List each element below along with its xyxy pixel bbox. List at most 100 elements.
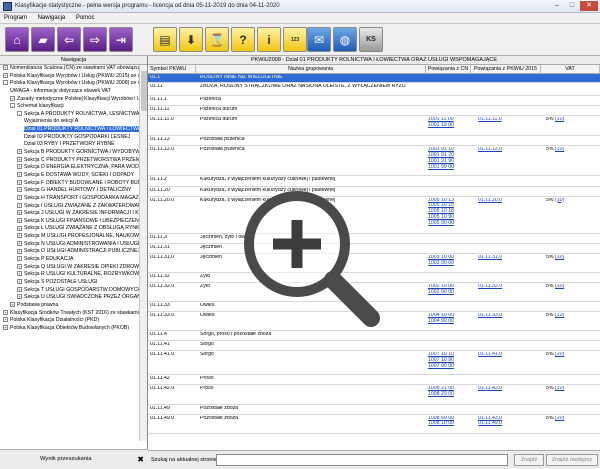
info-button[interactable]: i — [257, 27, 281, 52]
menu-nawigacja[interactable]: Nawigacja — [34, 13, 71, 21]
column-symbol[interactable]: Symbol PKWiU — [148, 65, 196, 73]
expand-icon[interactable]: + — [3, 324, 8, 330]
tree-item[interactable]: + Sekcja L USŁUGI ZWIĄZANE Z OBSŁUGĄ RYNK… — [0, 225, 140, 233]
pkwiu2015-link-cell[interactable]: 01.11.33.0 — [478, 313, 544, 319]
table-row[interactable]: 01.11.42 Proso — [148, 375, 600, 386]
pkwiu2015-link-cell[interactable]: 01.11.43.0 01.11.49.0 — [478, 416, 544, 428]
pkwiu2015-link-cell[interactable]: 01.11.32.0 — [478, 284, 544, 290]
back-button[interactable]: ⇦ — [57, 27, 81, 52]
tree-item[interactable]: +Sekcja H TRANSPORT I GOSPODARKA MAGAZYN… — [0, 195, 140, 203]
column-pkwiu2015[interactable]: Powiązania z PKWiU 2015 — [471, 65, 541, 73]
cn-link[interactable]: 1004 90 00 — [428, 318, 471, 325]
vat-note-link[interactable]: (10) — [555, 117, 564, 122]
menu-pomoc[interactable]: Pomoc — [72, 13, 100, 21]
vat-note-link[interactable]: (10) — [555, 352, 564, 357]
cn-link[interactable]: 1005 90 00 — [428, 220, 471, 227]
expand-icon[interactable]: + — [17, 179, 22, 185]
expand-icon[interactable]: + — [10, 95, 15, 101]
cn-links-cell[interactable]: 1007 10 10 1007 10 90 1007 90 00 — [428, 352, 471, 369]
expand-icon[interactable]: + — [3, 65, 8, 71]
tree-item[interactable]: - Sekcja A PRODUKTY ROLNICTWA, LEŚNICTWA … — [0, 111, 140, 119]
expand-icon[interactable]: + — [17, 279, 22, 285]
cn-link[interactable]: 1001 99 00 — [428, 164, 471, 171]
cn-links-cell[interactable]: 1008 21 00 1008 29 00 — [428, 386, 471, 398]
tree-item[interactable]: + Klasyfikacja Środków Trwałych (KŚT 2016… — [0, 310, 140, 318]
table-row[interactable]: 01.11.11 Pszenica durum — [148, 106, 600, 117]
tree-item[interactable]: +Sekcja C PRODUKTY PRZETWÓRSTWA PRZEMYSŁ… — [0, 157, 140, 165]
download-button[interactable]: ⬇ — [179, 27, 203, 52]
forward-button[interactable]: ⇨ — [83, 27, 107, 52]
expand-icon[interactable]: + — [17, 240, 22, 246]
tree-item[interactable]: - Schemat klasyfikacji — [0, 103, 140, 111]
pkwiu2015-link[interactable]: 01.11.41.0 — [478, 352, 544, 358]
cn-link[interactable]: 1008 10 00 — [428, 421, 471, 427]
cn-link[interactable]: 1008 29 00 — [428, 391, 471, 398]
tree-scrollbar[interactable] — [139, 65, 147, 441]
table-row[interactable]: 01.11.33.0 Owies 1004 10 00 1004 90 00 01.11… — [148, 312, 600, 332]
print-button[interactable]: ▤ — [153, 27, 177, 52]
collapse-icon[interactable]: - — [17, 110, 22, 116]
expand-icon[interactable]: + — [3, 317, 8, 323]
tree-item[interactable]: + Polska Klasyfikacja Obiektów Budowlanyc… — [0, 325, 140, 333]
pkwiu2015-link[interactable]: 01.11.20.0 — [478, 198, 544, 204]
cn-link[interactable]: 1001 19 00 — [428, 122, 471, 129]
table-row[interactable]: 01.1 ROŚLINY INNE NIŻ WIELOLETNIE — [148, 74, 600, 84]
help-button[interactable]: ? — [231, 27, 255, 52]
cn-links-cell[interactable]: 1001 91 10 1001 91 20 1001 91 90 1001 99 00 — [428, 147, 471, 170]
pkwiu2015-link[interactable]: 01.11.33.0 — [478, 313, 544, 319]
close-icon[interactable]: ✖ — [137, 455, 144, 464]
collapse-icon[interactable]: - — [3, 80, 8, 86]
pkwiu2015-link[interactable]: 01.11.31.0 — [478, 255, 544, 261]
pkwiu2015-link-cell[interactable]: 01.11.31.0 — [478, 255, 544, 261]
expand-icon[interactable]: + — [17, 286, 22, 292]
table-row[interactable]: 01.11.20.0 Kukurydza, z wyłączeniem kukur… — [148, 197, 600, 234]
tree-item[interactable]: Dział 03 RYBY I PRZETWORY RYBNE — [0, 141, 140, 149]
open-folder-button[interactable]: ▰ — [31, 27, 55, 52]
cn-links-cell[interactable]: 1004 10 00 1004 90 00 — [428, 313, 471, 325]
hourglass-button[interactable]: ⌛ — [205, 27, 229, 52]
expand-icon[interactable]: + — [17, 164, 22, 170]
table-row[interactable]: 01.11.11.0 Pszenica durum 1001 11 00 1001 1… — [148, 116, 600, 137]
mail-button[interactable]: ✉ — [307, 27, 331, 52]
pkwiu2015-link-cell[interactable]: 01.11.42.0 — [478, 386, 544, 392]
expand-icon[interactable]: + — [17, 195, 22, 201]
expand-icon[interactable]: + — [17, 187, 22, 193]
cn-link[interactable]: 1002 90 00 — [428, 289, 471, 296]
vat-note-link[interactable]: (10) — [555, 313, 564, 318]
collapse-icon[interactable]: - — [10, 103, 15, 109]
exit-button[interactable]: ⇥ — [109, 27, 133, 52]
vat-note-link[interactable]: (10) — [555, 386, 564, 391]
vat-note-link[interactable]: (10) — [555, 198, 564, 203]
table-row[interactable]: 01.11.49.0 Pozostałe zboża 1008 60 00 1008 … — [148, 415, 600, 434]
expand-icon[interactable]: + — [17, 225, 22, 231]
vat-note-link[interactable]: (10) — [555, 255, 564, 260]
expand-icon[interactable]: + — [17, 294, 22, 300]
minimize-button[interactable]: – — [550, 1, 564, 11]
column-cn[interactable]: Powiązania z CN — [426, 65, 471, 73]
vat-note-link[interactable]: (10) — [555, 284, 564, 289]
pkwiu2015-link[interactable]: 01.11.32.0 — [478, 284, 544, 290]
tree-item[interactable]: + Sekcja N USŁUGI ADMINISTROWANIA I USŁUG… — [0, 241, 140, 249]
code-counter-button[interactable]: 123 — [283, 27, 307, 52]
tree-item[interactable]: Wyjaśnienia do sekcji A — [0, 118, 140, 126]
expand-icon[interactable]: + — [17, 271, 22, 277]
expand-icon[interactable]: + — [3, 72, 8, 78]
table-row[interactable]: 01.11.3 Jęczmień, żyto i owies — [148, 234, 600, 244]
tree-item[interactable]: + Sekcja O USŁUGI ADMINISTRACJI PUBLICZNE… — [0, 248, 140, 256]
table-row[interactable]: 01.11.42.0 Proso 1008 21 00 1008 29 00 01.11… — [148, 385, 600, 405]
tree-item[interactable]: + Podstawa prawna — [0, 302, 140, 310]
table-row[interactable]: 01.11.41 Sorgo — [148, 341, 600, 352]
expand-icon[interactable]: + — [17, 263, 22, 269]
pkwiu2015-link-cell[interactable]: 01.11.41.0 — [478, 352, 544, 358]
tree-item[interactable]: + Sekcja E DOSTAWA WODY; ŚCIEKI I ODPADY — [0, 172, 140, 180]
tree-item[interactable]: + Sekcja R USŁUGI KULTURALNE, ROZRYWKOWE — [0, 271, 140, 279]
table-row[interactable]: 01.11 ZBOŻA, ROŚLINY STRĄCZKOWE ORAZ NASI… — [148, 83, 600, 97]
tree-item[interactable]: + Sekcja P EDUKACJA — [0, 256, 140, 264]
table-row[interactable]: 01.11.49 Pozostałe zboża — [148, 405, 600, 415]
expand-icon[interactable]: + — [17, 156, 22, 162]
column-name[interactable]: Nazwa grupowania — [196, 65, 426, 73]
globe-button[interactable]: ◍ — [333, 27, 357, 52]
tree-item[interactable]: + Sekcja T USŁUGI GOSPODARSTW DOMOWYCH — [0, 287, 140, 295]
search-input[interactable] — [216, 454, 508, 466]
cn-links-cell[interactable]: 1008 60 00 1008 10 00 — [428, 416, 471, 428]
